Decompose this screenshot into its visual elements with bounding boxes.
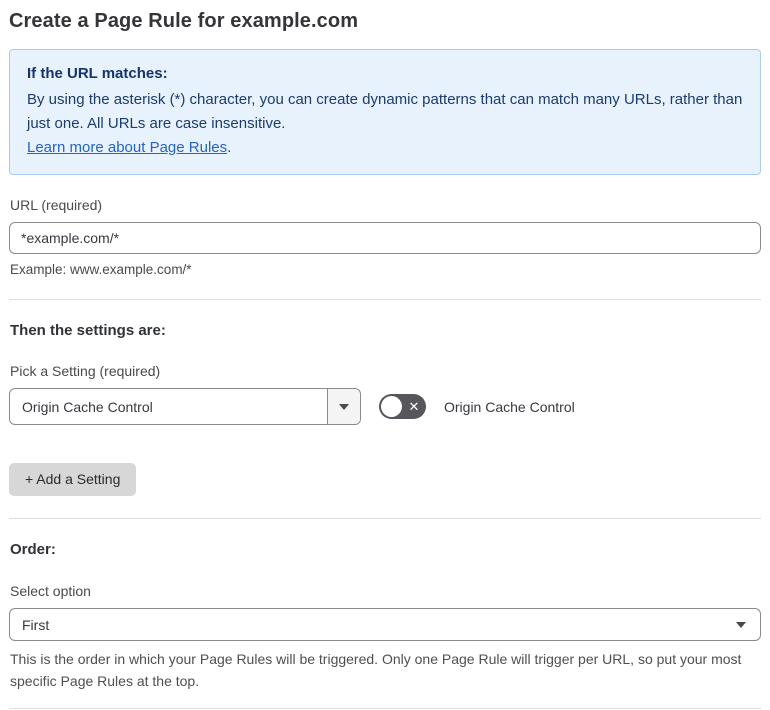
- info-box-body: By using the asterisk (*) character, you…: [27, 91, 743, 132]
- url-match-info-box: If the URL matches: By using the asteris…: [9, 49, 761, 175]
- page-title: Create a Page Rule for example.com: [9, 10, 359, 32]
- setting-select[interactable]: Origin Cache Control: [9, 388, 361, 425]
- url-input[interactable]: [9, 222, 761, 254]
- order-helper-text: This is the order in which your Page Rul…: [10, 651, 742, 690]
- link-suffix: .: [227, 139, 232, 156]
- toggle-off-x-icon: ✕: [408, 399, 420, 414]
- setting-select-value: Origin Cache Control: [22, 398, 153, 415]
- learn-more-link[interactable]: Learn more about Page Rules: [27, 139, 227, 156]
- order-section-heading: Order:: [10, 541, 56, 559]
- settings-section-heading: Then the settings are:: [10, 322, 166, 339]
- create-page-rule-panel: Create a Page Rule for example.com If th…: [0, 0, 770, 710]
- chevron-down-icon: [736, 621, 746, 628]
- order-select-value: First: [22, 616, 50, 633]
- chevron-down-icon: [339, 403, 349, 410]
- info-box-link-line: Learn more about Page Rules.: [27, 136, 743, 160]
- setting-row: Origin Cache Control ✕ Origin Cache Cont…: [9, 388, 761, 425]
- toggle-knob: [381, 396, 402, 417]
- info-box-heading: If the URL matches:: [27, 65, 168, 82]
- url-field-label: URL (required): [10, 197, 103, 213]
- add-setting-button[interactable]: + Add a Setting: [9, 463, 137, 497]
- divider: [9, 299, 761, 300]
- url-field-helper: Example: www.example.com/*: [10, 262, 192, 277]
- setting-select-arrow-button[interactable]: [327, 389, 360, 424]
- divider: [9, 708, 761, 710]
- toggle-label: Origin Cache Control: [444, 398, 575, 415]
- divider: [9, 518, 761, 520]
- pick-setting-label: Pick a Setting (required): [10, 363, 161, 379]
- order-select-label: Select option: [10, 583, 91, 600]
- order-select[interactable]: First: [9, 608, 761, 642]
- origin-cache-control-toggle[interactable]: ✕: [379, 394, 426, 419]
